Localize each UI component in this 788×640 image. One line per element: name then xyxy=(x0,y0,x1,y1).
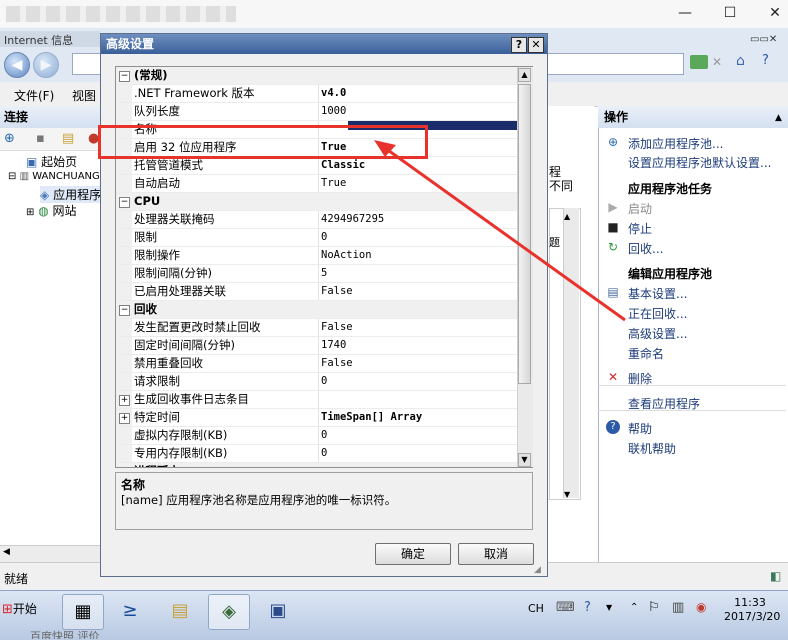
arrow-line xyxy=(377,141,626,322)
annotation-arrow xyxy=(374,140,626,322)
